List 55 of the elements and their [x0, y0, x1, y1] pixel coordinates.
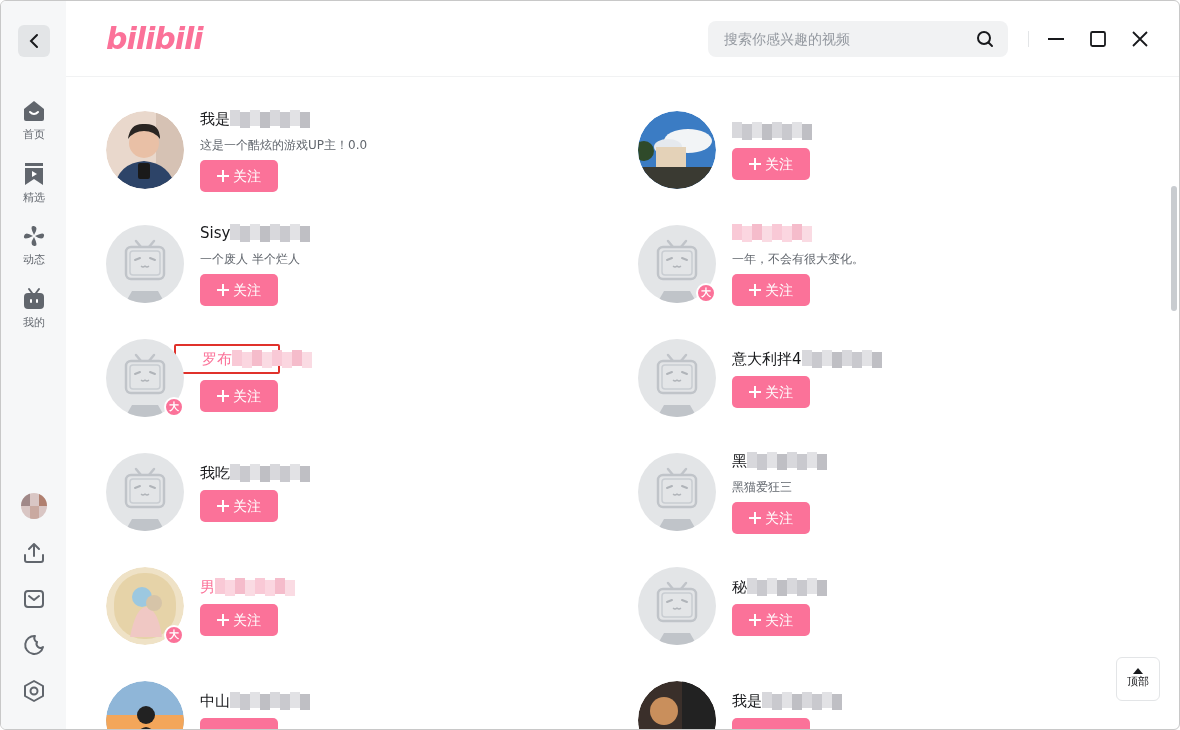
- plus-icon: [749, 284, 761, 296]
- plus-icon: [217, 500, 229, 512]
- user-bio: 这是一个酷炫的游戏UP主！0.0: [200, 137, 368, 154]
- default-avatar-icon: [638, 567, 716, 645]
- avatar-icon[interactable]: [20, 493, 47, 519]
- user-name[interactable]: 我是: [732, 689, 762, 713]
- upload-icon[interactable]: [21, 541, 46, 565]
- vip-badge: 大: [164, 397, 184, 417]
- plus-icon: [749, 614, 761, 626]
- plus-icon: [749, 512, 761, 524]
- user-name[interactable]: 我是: [200, 107, 230, 131]
- settings-icon[interactable]: [21, 679, 46, 703]
- tv-icon: [21, 286, 46, 311]
- plus-icon: [217, 390, 229, 402]
- scrollbar-thumb[interactable]: [1171, 186, 1177, 311]
- default-avatar-icon: [106, 453, 184, 531]
- bookmark-play-icon: [22, 161, 45, 186]
- user-bio: 一个废人 半个烂人: [200, 251, 301, 268]
- user-name[interactable]: 意大利拌4: [732, 347, 802, 371]
- user-name[interactable]: 我吃: [200, 461, 230, 485]
- sidebar-item[interactable]: 首页: [9, 97, 58, 146]
- bilibili-logo: bilibili: [106, 20, 203, 58]
- search-field[interactable]: 搜索你感兴趣的视频: [708, 20, 1008, 57]
- moon-icon[interactable]: [21, 633, 46, 657]
- default-avatar-icon: [106, 225, 184, 303]
- user-name[interactable]: 秘: [732, 575, 747, 599]
- home-icon: [21, 99, 46, 123]
- plus-icon: [749, 386, 761, 398]
- plus-icon: [749, 158, 761, 170]
- caret-up-icon: [1133, 667, 1143, 674]
- back-to-top-button[interactable]: 顶部: [1116, 657, 1160, 701]
- pinwheel-icon: [21, 224, 46, 248]
- back-button[interactable]: [17, 25, 50, 57]
- plus-icon: [217, 614, 229, 626]
- search-icon[interactable]: [976, 29, 994, 48]
- user-bio: 黑猫爱狂三: [732, 479, 793, 496]
- user-bio: 一年，不会有很大变化。: [732, 251, 864, 268]
- plus-icon: [217, 284, 229, 296]
- mail-icon[interactable]: [21, 587, 46, 611]
- default-avatar-icon: [638, 225, 716, 303]
- sidebar-item[interactable]: 动态: [9, 222, 58, 271]
- chevron-left-icon: [28, 33, 39, 49]
- close-icon[interactable]: [1131, 29, 1149, 48]
- sidebar-item[interactable]: 我的: [9, 284, 58, 333]
- default-avatar-icon: [106, 339, 184, 417]
- sidebar-item[interactable]: 精选: [9, 159, 58, 208]
- user-name[interactable]: 黑: [732, 449, 747, 473]
- user-name[interactable]: 中山: [200, 689, 230, 713]
- vip-badge: 大: [164, 625, 184, 645]
- default-avatar-icon: [638, 453, 716, 531]
- user-name[interactable]: Sisy: [200, 221, 231, 245]
- plus-icon: [217, 170, 229, 182]
- vip-badge: 大: [696, 283, 716, 303]
- default-avatar-icon: [638, 339, 716, 417]
- maximize-icon[interactable]: [1089, 29, 1107, 48]
